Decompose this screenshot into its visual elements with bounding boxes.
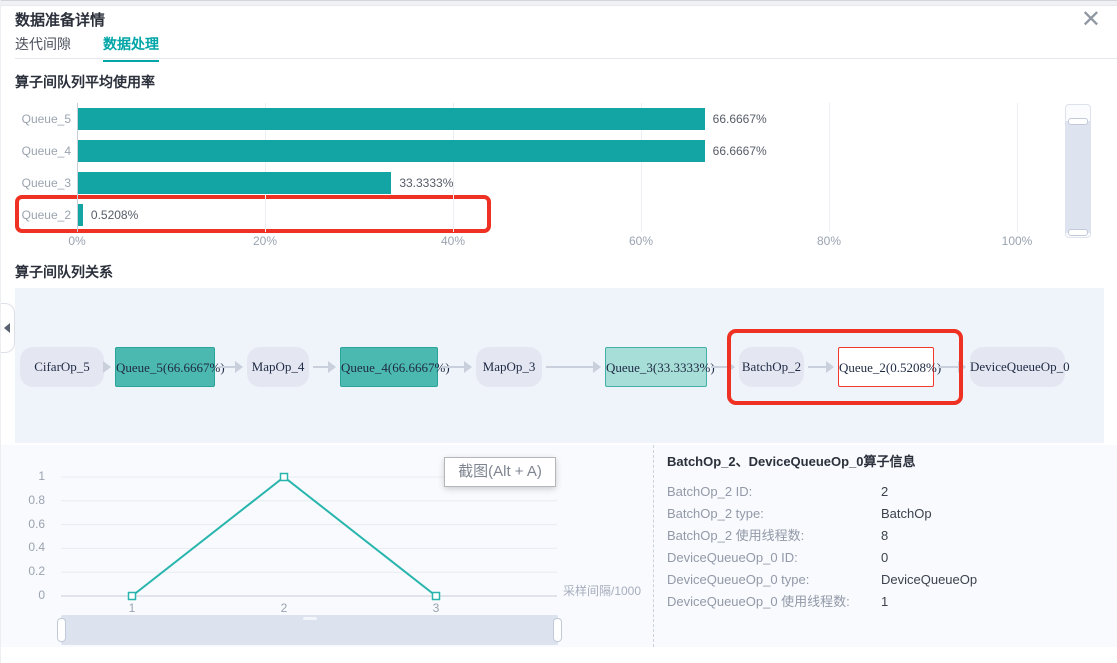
tab-bar: 迭代间隙 数据处理 [15, 34, 1117, 59]
op-info-label: DeviceQueueOp_0 使用线程数: [667, 594, 850, 609]
line-series [132, 477, 436, 596]
sidebar-collapse-toggle[interactable] [1, 303, 15, 353]
op-info-label: BatchOp_2 ID: [667, 484, 752, 499]
queue-size-line-chart: 采样间隔/1000 截图(Alt + A) 0 0.2 0.4 0.6 0.8 1 1 2 3 [1, 445, 653, 647]
line-y-tick-label: 0.4 [7, 540, 45, 554]
bar-queue_5[interactable] [78, 108, 705, 130]
op-info-panel: BatchOp_2、DeviceQueueOp_0算子信息 BatchOp_2 … [667, 445, 1117, 647]
graph-edge-arrow-icon [328, 361, 336, 373]
x-axis-name: 采样间隔/1000 [563, 582, 641, 599]
tab-step-interval[interactable]: 迭代间隙 [15, 34, 71, 60]
data-preparation-dialog: ✕ 数据准备详情 迭代间隙 数据处理 算子间队列平均使用率 0% 20% 40% 60%… [0, 0, 1117, 663]
graph-edge-arrow-icon [235, 361, 243, 373]
graph-edge-arrow-icon [593, 361, 601, 373]
graph-node-queue_5[interactable]: Queue_5(66.6667%) [115, 347, 215, 387]
bar-value-label: 0.5208% [91, 204, 138, 226]
graph-node-mapop_4[interactable]: MapOp_4 [247, 347, 309, 387]
op-info-row: BatchOp_2 使用线程数: 8 [667, 525, 1117, 547]
bar-x-tick-label: 60% [611, 234, 671, 248]
queue-relation-graph: CifarOp_5 Queue_5(66.6667%) MapOp_4 Queue_4… [15, 288, 1104, 443]
line-data-point[interactable] [433, 593, 440, 600]
bar-queue_3[interactable] [78, 172, 391, 194]
graph-edge [219, 366, 235, 368]
bar-category-label: Queue_4 [9, 140, 71, 162]
panel-divider [653, 445, 654, 647]
op-info-row: BatchOp_2 ID: 2 [667, 481, 1117, 503]
dialog-top-edge [1, 0, 1117, 6]
bar-x-tick-label: 20% [235, 234, 295, 248]
bar-category-label: Queue_5 [9, 108, 71, 130]
line-x-tick-label: 1 [112, 601, 152, 615]
vertical-datazoom-slider[interactable] [1065, 104, 1091, 238]
close-icon[interactable]: ✕ [1081, 8, 1101, 32]
graph-edge-arrow-icon [464, 361, 472, 373]
bar-x-tick-label: 80% [799, 234, 859, 248]
bottom-panel: 采样间隔/1000 截图(Alt + A) 00.20.40.60.81123 … [1, 445, 1117, 647]
graph-node-queue_4[interactable]: Queue_4(66.6667%) [340, 347, 438, 387]
datazoom-handle-left[interactable] [57, 618, 66, 642]
bar-category-label: Queue_3 [9, 172, 71, 194]
op-info-value: 8 [881, 525, 888, 547]
bar-value-label: 33.3333% [399, 172, 453, 194]
graph-edge [711, 366, 727, 368]
bar-gridline [1017, 103, 1018, 232]
line-data-point[interactable] [129, 593, 136, 600]
line-y-tick-label: 0 [7, 588, 45, 602]
op-info-label: DeviceQueueOp_0 ID: [667, 550, 798, 565]
bar-value-label: 66.6667% [713, 108, 767, 130]
collapse-arrow-icon [4, 323, 10, 333]
op-info-value: 2 [881, 481, 888, 503]
section-title-queue-usage: 算子间队列平均使用率 [15, 72, 155, 92]
bar-gridline [829, 103, 830, 232]
line-y-tick-label: 0.2 [7, 564, 45, 578]
highlight-annotation-queue2-node [727, 329, 963, 405]
op-info-label: DeviceQueueOp_0 type: [667, 572, 809, 587]
section-title-queue-relation: 算子间队列关系 [15, 262, 113, 282]
datazoom-handle-top[interactable] [1068, 118, 1088, 125]
highlight-annotation-queue2-bar [15, 195, 491, 233]
graph-edge [442, 366, 464, 368]
op-info-label: BatchOp_2 type: [667, 506, 764, 521]
datazoom-window[interactable] [1066, 121, 1090, 233]
line-y-tick-label: 1 [7, 469, 45, 483]
line-x-tick-label: 2 [264, 601, 304, 615]
graph-node-queue_3[interactable]: Queue_3(33.3333%) [605, 347, 707, 387]
op-info-value: BatchOp [881, 503, 932, 525]
op-info-row: DeviceQueueOp_0 type: DeviceQueueOp [667, 569, 1117, 591]
bar-queue_2[interactable] [78, 204, 83, 226]
op-info-value: 1 [881, 591, 888, 613]
graph-node-mapop_3[interactable]: MapOp_3 [476, 347, 542, 387]
line-x-tick-label: 3 [416, 601, 456, 615]
graph-edge-arrow-icon [103, 361, 111, 373]
bar-x-tick-label: 100% [987, 234, 1047, 248]
op-info-row: BatchOp_2 type: BatchOp [667, 503, 1117, 525]
datazoom-grip-icon [303, 617, 317, 620]
line-y-tick-label: 0.8 [7, 493, 45, 507]
op-info-label: BatchOp_2 使用线程数: [667, 528, 804, 543]
graph-edge [546, 366, 593, 368]
tab-data-process[interactable]: 数据处理 [103, 34, 159, 62]
line-y-tick-label: 0.6 [7, 517, 45, 531]
bar-value-label: 66.6667% [713, 140, 767, 162]
op-info-value: 0 [881, 547, 888, 569]
datazoom-handle-right[interactable] [553, 618, 562, 642]
datazoom-handle-bottom[interactable] [1068, 229, 1088, 236]
bar-category-label: Queue_2 [9, 204, 71, 226]
op-info-row: DeviceQueueOp_0 使用线程数: 1 [667, 591, 1117, 613]
graph-node-devicequeueop_0[interactable]: DeviceQueueOp_0 [970, 347, 1065, 387]
graph-edge [313, 366, 328, 368]
queue-usage-bar-chart: 0% 20% 40% 60% 80% 100% Queue_5 66.6667% Queue_4… [1, 100, 1117, 252]
op-info-value: DeviceQueueOp [881, 569, 977, 591]
screenshot-hint-tooltip: 截图(Alt + A) [444, 457, 556, 487]
page-title: 数据准备详情 [15, 9, 105, 30]
bar-x-tick-label: 0% [47, 234, 107, 248]
line-data-point[interactable] [281, 474, 288, 481]
graph-node-cifarop_5[interactable]: CifarOp_5 [20, 347, 104, 387]
bar-x-tick-label: 40% [423, 234, 483, 248]
op-info-row: DeviceQueueOp_0 ID: 0 [667, 547, 1117, 569]
op-info-title: BatchOp_2、DeviceQueueOp_0算子信息 [667, 451, 916, 470]
bar-queue_4[interactable] [78, 140, 705, 162]
horizontal-datazoom-slider[interactable] [61, 615, 558, 645]
